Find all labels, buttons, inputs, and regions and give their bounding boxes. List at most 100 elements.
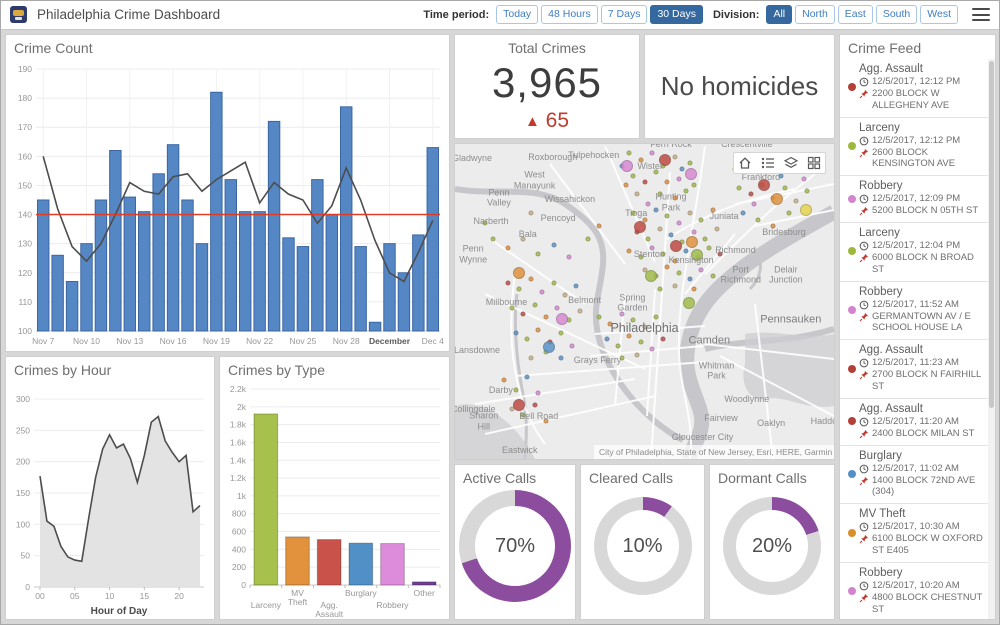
crime-point[interactable] xyxy=(638,340,643,345)
crime-point[interactable] xyxy=(597,223,602,228)
crime-point[interactable] xyxy=(653,208,658,213)
map[interactable]: GladwyneRoxboroughTulpehockenFern RockCr… xyxy=(455,144,834,459)
crime-point[interactable] xyxy=(627,334,632,339)
crime-point[interactable] xyxy=(490,236,495,241)
crime-point[interactable] xyxy=(687,277,692,282)
crime-point[interactable] xyxy=(638,157,643,162)
crime-point[interactable] xyxy=(672,154,677,159)
crime-cluster-point[interactable] xyxy=(634,221,646,233)
legend-icon[interactable] xyxy=(761,156,775,170)
crime-point[interactable] xyxy=(483,220,488,225)
crime-point[interactable] xyxy=(703,236,708,241)
crime-point[interactable] xyxy=(646,201,651,206)
crime-point[interactable] xyxy=(555,305,560,310)
feed-entry[interactable]: Agg. Assault12/5/2017, 12:12 PM2200 BLOC… xyxy=(840,59,988,117)
crimes-by-type-chart[interactable]: 02004006008001k1.2k1.4k1.6k1.8k2k2.2kLar… xyxy=(220,379,447,619)
feed-scrollbar-thumb[interactable] xyxy=(989,61,994,408)
crime-point[interactable] xyxy=(525,375,530,380)
crime-cluster-point[interactable] xyxy=(685,168,697,180)
feed-entry[interactable]: Robbery12/5/2017, 11:52 AMGERMANTOWN AV … xyxy=(840,281,988,340)
crime-cluster-point[interactable] xyxy=(771,193,783,205)
crime-point[interactable] xyxy=(604,337,609,342)
crime-point[interactable] xyxy=(585,236,590,241)
crime-point[interactable] xyxy=(657,192,662,197)
crime-point[interactable] xyxy=(502,378,507,383)
feed-entry[interactable]: Larceny12/5/2017, 12:04 PM6000 BLOCK N B… xyxy=(840,222,988,281)
crime-cluster-point[interactable] xyxy=(621,160,633,172)
crime-cluster-point[interactable] xyxy=(686,236,698,248)
crime-point[interactable] xyxy=(521,412,526,417)
crime-point[interactable] xyxy=(615,343,620,348)
crime-point[interactable] xyxy=(642,179,647,184)
time-period-button-today[interactable]: Today xyxy=(496,5,538,25)
crime-point[interactable] xyxy=(782,186,787,191)
crime-point[interactable] xyxy=(513,331,518,336)
division-button-all[interactable]: All xyxy=(766,5,792,25)
crime-point[interactable] xyxy=(665,264,670,269)
crime-cluster-point[interactable] xyxy=(513,399,525,411)
crime-point[interactable] xyxy=(551,280,556,285)
crime-point[interactable] xyxy=(661,252,666,257)
crime-point[interactable] xyxy=(676,176,681,181)
crime-point[interactable] xyxy=(559,356,564,361)
crime-point[interactable] xyxy=(570,343,575,348)
crime-point[interactable] xyxy=(669,233,674,238)
layers-icon[interactable] xyxy=(784,156,798,170)
division-button-south[interactable]: South xyxy=(876,5,917,25)
crime-point[interactable] xyxy=(752,201,757,206)
crime-point[interactable] xyxy=(699,217,704,222)
crime-point[interactable] xyxy=(551,242,556,247)
crime-point[interactable] xyxy=(517,286,522,291)
feed-entry[interactable]: Robbery12/5/2017, 10:20 AM4800 BLOCK CHE… xyxy=(840,562,988,619)
crime-point[interactable] xyxy=(794,198,799,203)
crime-point[interactable] xyxy=(513,387,518,392)
crime-point[interactable] xyxy=(699,268,704,273)
crime-point[interactable] xyxy=(680,167,685,172)
crime-point[interactable] xyxy=(672,258,677,263)
crime-point[interactable] xyxy=(691,230,696,235)
crime-point[interactable] xyxy=(710,208,715,213)
time-period-button-30-days[interactable]: 30 Days xyxy=(650,5,703,25)
crime-cluster-point[interactable] xyxy=(683,297,695,309)
crime-point[interactable] xyxy=(718,252,723,257)
crime-point[interactable] xyxy=(653,170,658,175)
feed-entry[interactable]: Larceny12/5/2017, 12:12 PM2600 BLOCK KEN… xyxy=(840,117,988,176)
crime-point[interactable] xyxy=(528,277,533,282)
crime-point[interactable] xyxy=(619,356,624,361)
crime-point[interactable] xyxy=(714,227,719,232)
crime-point[interactable] xyxy=(532,403,537,408)
crime-point[interactable] xyxy=(631,318,636,323)
crime-point[interactable] xyxy=(771,223,776,228)
crime-cluster-point[interactable] xyxy=(513,267,525,279)
crime-point[interactable] xyxy=(737,186,742,191)
crime-point[interactable] xyxy=(706,245,711,250)
crime-point[interactable] xyxy=(562,293,567,298)
crime-point[interactable] xyxy=(672,283,677,288)
crime-point[interactable] xyxy=(684,189,689,194)
crime-point[interactable] xyxy=(691,182,696,187)
crime-point[interactable] xyxy=(756,217,761,222)
crime-point[interactable] xyxy=(676,220,681,225)
crime-cluster-point[interactable] xyxy=(758,179,770,191)
crime-point[interactable] xyxy=(650,346,655,351)
feed-scrollbar[interactable] xyxy=(988,59,995,619)
division-button-east[interactable]: East xyxy=(838,5,873,25)
crime-point[interactable] xyxy=(578,308,583,313)
crime-point[interactable] xyxy=(801,176,806,181)
crime-point[interactable] xyxy=(786,211,791,216)
crime-point[interactable] xyxy=(691,286,696,291)
menu-icon[interactable] xyxy=(972,8,990,21)
basemap-gallery-icon[interactable] xyxy=(807,156,821,170)
crime-point[interactable] xyxy=(665,214,670,219)
crime-point[interactable] xyxy=(631,173,636,178)
crime-point[interactable] xyxy=(634,192,639,197)
crimes-by-hour-chart[interactable]: 0501001502002503000005101520Hour of Day xyxy=(6,379,212,619)
crime-point[interactable] xyxy=(528,356,533,361)
crime-point[interactable] xyxy=(540,290,545,295)
crime-point[interactable] xyxy=(521,236,526,241)
crime-point[interactable] xyxy=(646,236,651,241)
crime-point[interactable] xyxy=(506,245,511,250)
crime-point[interactable] xyxy=(559,331,564,336)
crime-point[interactable] xyxy=(536,390,541,395)
crime-point[interactable] xyxy=(536,327,541,332)
